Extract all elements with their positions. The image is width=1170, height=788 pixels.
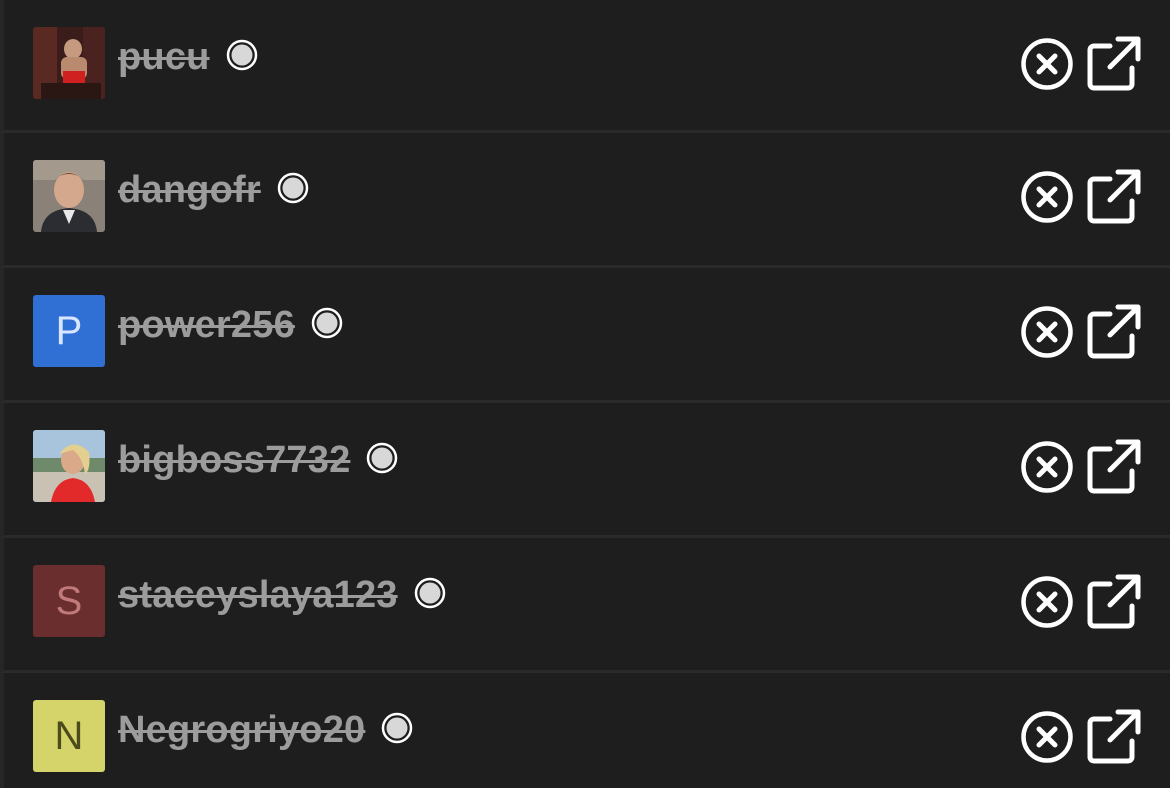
username[interactable]: bigboss7732 bbox=[118, 439, 398, 482]
close-circle-icon[interactable] bbox=[1020, 170, 1074, 224]
avatar-photo-icon bbox=[33, 430, 105, 502]
close-circle-icon[interactable] bbox=[1020, 710, 1074, 764]
avatar-letter: S bbox=[55, 578, 83, 623]
external-link-icon[interactable] bbox=[1084, 167, 1142, 225]
avatar-photo-icon bbox=[33, 160, 105, 232]
avatar bbox=[33, 27, 105, 99]
list-item: dangofr bbox=[0, 133, 1170, 268]
radio-dot-icon bbox=[414, 577, 445, 608]
avatar: P bbox=[33, 295, 105, 367]
list-item: bigboss7732 bbox=[0, 403, 1170, 538]
avatar-letter: N bbox=[54, 713, 84, 758]
avatar: S bbox=[33, 565, 105, 637]
username-text: bigboss7732 bbox=[118, 439, 351, 481]
username[interactable]: dangofr bbox=[118, 169, 309, 212]
list-item: S staceyslaya123 bbox=[0, 538, 1170, 673]
close-circle-icon[interactable] bbox=[1020, 305, 1074, 359]
radio-dot-icon bbox=[367, 442, 398, 473]
username-text: power256 bbox=[118, 304, 295, 346]
radio-dot-icon bbox=[277, 172, 309, 203]
close-circle-icon[interactable] bbox=[1020, 440, 1074, 494]
radio-dot-icon bbox=[226, 39, 257, 70]
avatar-letter: P bbox=[55, 308, 83, 353]
username-text: pucu bbox=[118, 36, 210, 78]
radio-dot-icon bbox=[311, 307, 343, 338]
close-circle-icon[interactable] bbox=[1020, 37, 1074, 91]
close-circle-icon[interactable] bbox=[1020, 575, 1074, 629]
radio-dot-icon bbox=[382, 712, 413, 743]
user-list: pucu dangofr P power256 bigboss7732 S st… bbox=[0, 0, 1170, 788]
username[interactable]: power256 bbox=[118, 304, 343, 347]
external-link-icon[interactable] bbox=[1084, 437, 1142, 495]
external-link-icon[interactable] bbox=[1084, 707, 1142, 765]
list-item: P power256 bbox=[0, 268, 1170, 403]
username[interactable]: staceyslaya123 bbox=[118, 574, 446, 617]
avatar-photo-icon bbox=[33, 27, 105, 99]
external-link-icon[interactable] bbox=[1084, 302, 1142, 360]
list-item: pucu bbox=[0, 0, 1170, 133]
username-text: dangofr bbox=[118, 169, 261, 211]
avatar: N bbox=[33, 700, 105, 772]
external-link-icon[interactable] bbox=[1084, 34, 1142, 92]
username-text: staceyslaya123 bbox=[118, 574, 398, 616]
username[interactable]: Negrogriyo20 bbox=[118, 709, 413, 752]
external-link-icon[interactable] bbox=[1084, 572, 1142, 630]
avatar bbox=[33, 160, 105, 232]
username-text: Negrogriyo20 bbox=[118, 709, 366, 751]
avatar bbox=[33, 430, 105, 502]
username[interactable]: pucu bbox=[118, 36, 258, 79]
list-item: N Negrogriyo20 bbox=[0, 673, 1170, 788]
